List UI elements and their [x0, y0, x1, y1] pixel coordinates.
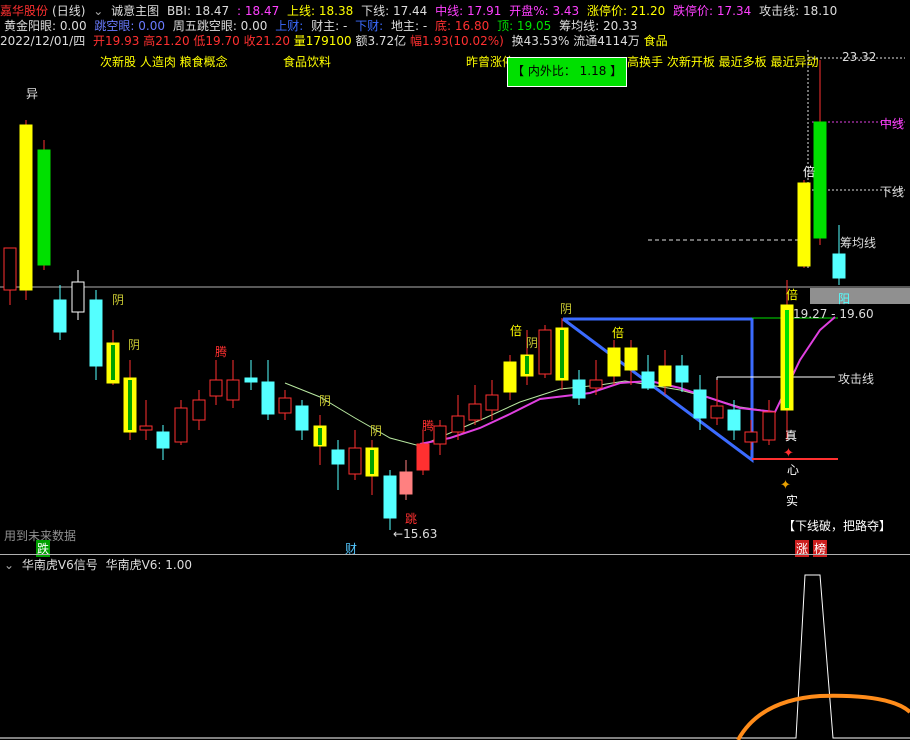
marker-zhen: 真: [785, 429, 798, 443]
marker-xin: 心: [787, 463, 800, 477]
candle-signal-strip: [318, 428, 322, 445]
chevron-down-icon[interactable]: ⌄: [4, 558, 14, 572]
butterfly-red-icon: ✦: [783, 446, 794, 461]
candle-signal-strip: [370, 450, 374, 474]
candle-body[interactable]: [278, 397, 292, 414]
marker-bei-3: 倍: [803, 165, 816, 179]
marker-yin-6: 阴: [560, 302, 573, 316]
candle-body[interactable]: [209, 379, 223, 397]
candle-body[interactable]: [658, 365, 672, 387]
price-bottom-value: 15.63: [403, 527, 438, 541]
candle-body[interactable]: [503, 361, 517, 393]
panel-divider: [0, 554, 910, 555]
marker-yin-4: 阴: [370, 424, 383, 438]
marker-shi: 实: [786, 494, 799, 508]
candle-body[interactable]: [710, 405, 724, 419]
candle-body[interactable]: [762, 411, 776, 441]
price-top: 23.32: [842, 50, 877, 64]
marker-yi: 异: [26, 87, 39, 101]
candle-body[interactable]: [744, 431, 758, 443]
candle-body[interactable]: [468, 403, 482, 421]
marker-tiao: 跳: [405, 512, 418, 526]
candle-body[interactable]: [192, 399, 206, 421]
candle-body[interactable]: [156, 431, 170, 449]
candle-body[interactable]: [37, 149, 51, 266]
candle-body[interactable]: [624, 347, 638, 371]
candle-body[interactable]: [797, 182, 811, 267]
candle-body[interactable]: [813, 121, 827, 239]
candle-body[interactable]: [451, 415, 465, 433]
candle-body[interactable]: [19, 124, 33, 291]
candle-body[interactable]: [538, 329, 552, 375]
marker-yin-2: 阴: [128, 338, 141, 352]
subchart-title[interactable]: 华南虎V6信号: [22, 556, 98, 573]
label-xiaxian: 下线: [880, 185, 905, 199]
marker-bei-2: 倍: [612, 326, 625, 340]
candle-body[interactable]: [727, 409, 741, 431]
candle-body[interactable]: [433, 425, 447, 445]
label-zhongxian: 中线: [880, 117, 905, 131]
candle-body[interactable]: [244, 377, 258, 383]
marker-teng-1: 腾: [215, 345, 228, 359]
candle-body[interactable]: [3, 247, 17, 291]
subchart-value: 华南虎V6: 1.00: [105, 558, 192, 572]
marker-bei-1: 倍: [510, 324, 523, 338]
candle-body[interactable]: [641, 371, 655, 389]
marker-bei-4: 倍: [786, 288, 799, 302]
candle-body[interactable]: [261, 381, 275, 415]
candle-body[interactable]: [331, 449, 345, 465]
kline-chart[interactable]: [0, 0, 910, 555]
label-choujunxian: 筹均线: [840, 236, 877, 250]
candle-body[interactable]: [71, 281, 85, 313]
candle-signal-strip: [128, 380, 132, 430]
candle-body[interactable]: [348, 447, 362, 475]
candle-signal-strip: [785, 310, 789, 408]
candle-body[interactable]: [589, 379, 603, 389]
candle-body[interactable]: [174, 407, 188, 443]
breakline-note: 【下线破，把路夺】: [783, 519, 892, 533]
candle-body[interactable]: [399, 471, 413, 495]
candle-body[interactable]: [139, 425, 153, 431]
price-range: 19.27 - 19.60: [793, 307, 874, 321]
candle-signal-strip: [111, 345, 115, 380]
subchart-header: ⌄ 华南虎V6信号 华南虎V6: 1.00: [0, 556, 196, 573]
marker-teng-2: 腾: [422, 419, 435, 433]
candle-body[interactable]: [383, 475, 397, 519]
price-bottom: ←15.63: [393, 527, 438, 541]
candle-body[interactable]: [295, 405, 309, 431]
candle-body[interactable]: [416, 443, 430, 471]
candle-body[interactable]: [53, 299, 67, 333]
label-yang: 阳: [838, 292, 851, 306]
candle-body[interactable]: [832, 253, 846, 279]
candle-body[interactable]: [607, 347, 621, 377]
candle-signal-strip: [560, 330, 564, 378]
marker-yin-1: 阴: [112, 293, 125, 307]
butterfly-orange-icon: ✦: [780, 478, 791, 493]
candle-body[interactable]: [89, 299, 103, 367]
candle-body[interactable]: [675, 365, 689, 383]
marker-yin-5: 阴: [526, 336, 539, 350]
candle-body[interactable]: [226, 379, 240, 401]
candle-body[interactable]: [693, 389, 707, 419]
candle-body[interactable]: [485, 394, 499, 411]
candle-body[interactable]: [572, 379, 586, 399]
marker-yin-3: 阴: [319, 394, 332, 408]
label-gongjixian: 攻击线: [838, 372, 875, 386]
candle-signal-strip: [525, 356, 529, 374]
